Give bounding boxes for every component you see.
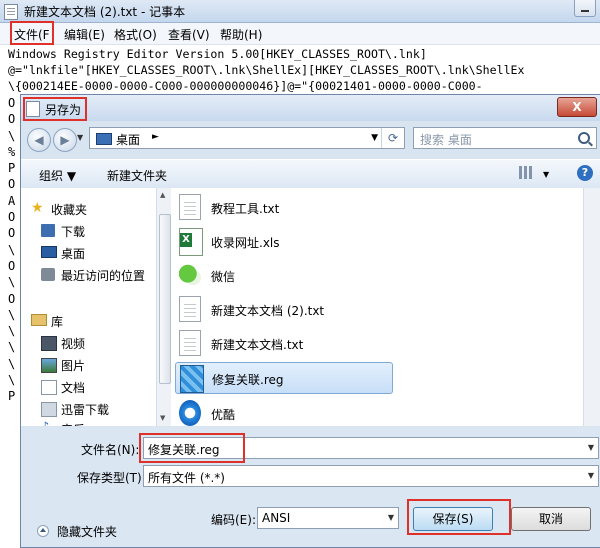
notepad-title: 新建文本文档 (2).txt - 记事本 [24,5,186,19]
forward-arrow-icon[interactable]: ▶ [53,128,77,152]
close-button[interactable]: X [557,97,597,117]
chevron-down-icon[interactable]: ▼ [371,133,378,143]
refresh-icon[interactable]: ⟳ [381,128,404,148]
recent-locations-dropdown[interactable]: ▼ [77,133,83,142]
dialog-title-highlight [23,97,87,121]
view-options-icon[interactable] [519,166,532,179]
file-item[interactable]: 新建文本文档 (2).txt [175,294,393,324]
collapse-icon [37,525,49,537]
text-file-icon [179,194,201,220]
chevron-down-icon[interactable]: ▼ [388,513,394,522]
desktop-icon [41,246,57,258]
filetype-label: 保存类型(T): [77,471,146,485]
youku-icon [179,400,201,426]
navigation-scrollbar[interactable]: ▲ ▼ [156,188,171,426]
organize-button[interactable]: 组织 ▼ [39,167,76,184]
notepad-title-bar: 新建文本文档 (2).txt - 记事本 [0,0,600,23]
music-icon: ♪ [41,420,55,426]
filename-label: 文件名(N): [81,443,140,457]
menu-help[interactable]: 帮助(H) [220,26,262,43]
notepad-menu-bar: 文件(F 编辑(E) 格式(O) 查看(V) 帮助(H) [0,23,600,45]
file-menu-highlight [10,21,54,45]
cancel-button[interactable]: 取消 [511,507,591,531]
file-item-selected[interactable]: 修复关联.reg [175,362,393,394]
dialog-bottom-panel: 文件名(N): 修复关联.reg ▼ 保存类型(T): 所有文件 (*.*) ▼… [21,427,600,547]
desktop-icon [96,133,112,145]
view-dropdown-icon[interactable]: ▼ [543,170,549,179]
notepad-line-1: Windows Registry Editor Version 5.00[HKE… [8,47,427,61]
scrollbar-thumb[interactable] [159,214,171,384]
save-as-dialog: 另存为 X ◀ ▶ ▼ 桌面 ► ▼ ⟳ 搜索 桌面 组织 ▼ 新建文件夹 ▼ … [20,94,600,548]
file-item[interactable]: X 收录网址.xls [175,226,393,256]
address-location[interactable]: 桌面 [116,131,140,148]
chevron-down-icon[interactable]: ▼ [588,443,594,452]
encoding-value: ANSI [262,511,291,525]
notepad-line-3: \{000214EE-0000-0000-C000-000000000046}]… [8,79,483,94]
thunder-download-icon [41,402,57,417]
document-icon [41,380,57,395]
file-item[interactable]: 微信 [175,260,393,290]
notepad-icon [4,4,18,20]
search-placeholder: 搜索 桌面 [420,133,472,147]
star-icon: ★ [31,200,44,216]
filetype-value: 所有文件 (*.*) [148,471,225,485]
notepad-text-area[interactable]: Windows Registry Editor Version 5.00[HKE… [8,46,525,95]
encoding-label: 编码(E): [211,513,256,527]
file-item[interactable]: 教程工具.txt [175,192,393,222]
wechat-icon [179,262,201,288]
menu-edit[interactable]: 编辑(E) [64,26,105,43]
search-icon[interactable] [578,132,590,144]
encoding-select[interactable]: ANSI ▼ [257,507,399,529]
breadcrumb-arrow-icon[interactable]: ► [152,132,159,142]
video-icon [41,336,57,351]
registry-file-icon [180,365,204,393]
filename-highlight [139,433,245,463]
filetype-select[interactable]: 所有文件 (*.*) ▼ [143,465,599,487]
scroll-up-icon[interactable]: ▲ [160,191,165,199]
menu-format[interactable]: 格式(O) [114,26,157,43]
new-folder-button[interactable]: 新建文件夹 [107,167,167,184]
address-bar[interactable]: 桌面 ► ▼ ⟳ [89,127,405,149]
navigation-pane: ★ 收藏夹 下载 桌面 最近访问的位置 库 视频 图片 文档 迅雷下载 [21,188,157,426]
notepad-hidden-text: O O \ % P O A O O \ O \ O \ \ \ \ \ P [8,96,16,404]
file-list-scrollbar[interactable] [583,188,600,426]
notepad-line-2: @="lnkfile"[HKEY_CLASSES_ROOT\.lnk\Shell… [8,63,525,78]
menu-view[interactable]: 查看(V) [168,26,210,43]
scroll-down-icon[interactable]: ▼ [160,414,165,422]
excel-file-icon: X [179,228,203,256]
recent-places-icon [41,268,55,281]
file-item[interactable]: 新建文本文档.txt [175,328,393,358]
picture-icon [41,358,57,373]
help-icon[interactable]: ? [577,165,593,181]
chevron-down-icon[interactable]: ▼ [588,471,594,480]
back-arrow-icon[interactable]: ◀ [27,128,51,152]
text-file-icon [179,296,201,322]
dialog-title-bar: 另存为 X [21,95,600,121]
text-file-icon [179,330,201,356]
library-icon [31,314,47,326]
navigation-bar: ◀ ▶ ▼ 桌面 ► ▼ ⟳ 搜索 桌面 [21,123,600,155]
search-input[interactable]: 搜索 桌面 [413,127,597,149]
dialog-toolbar: 组织 ▼ 新建文件夹 ▼ ? [21,159,600,189]
minimize-button[interactable] [574,0,596,17]
save-button-highlight [407,499,511,535]
file-list: 教程工具.txt X 收录网址.xls 微信 新建文本文档 (2).txt 新建… [171,188,583,426]
download-folder-icon [41,224,55,237]
file-item[interactable]: 优酷 [175,398,393,426]
